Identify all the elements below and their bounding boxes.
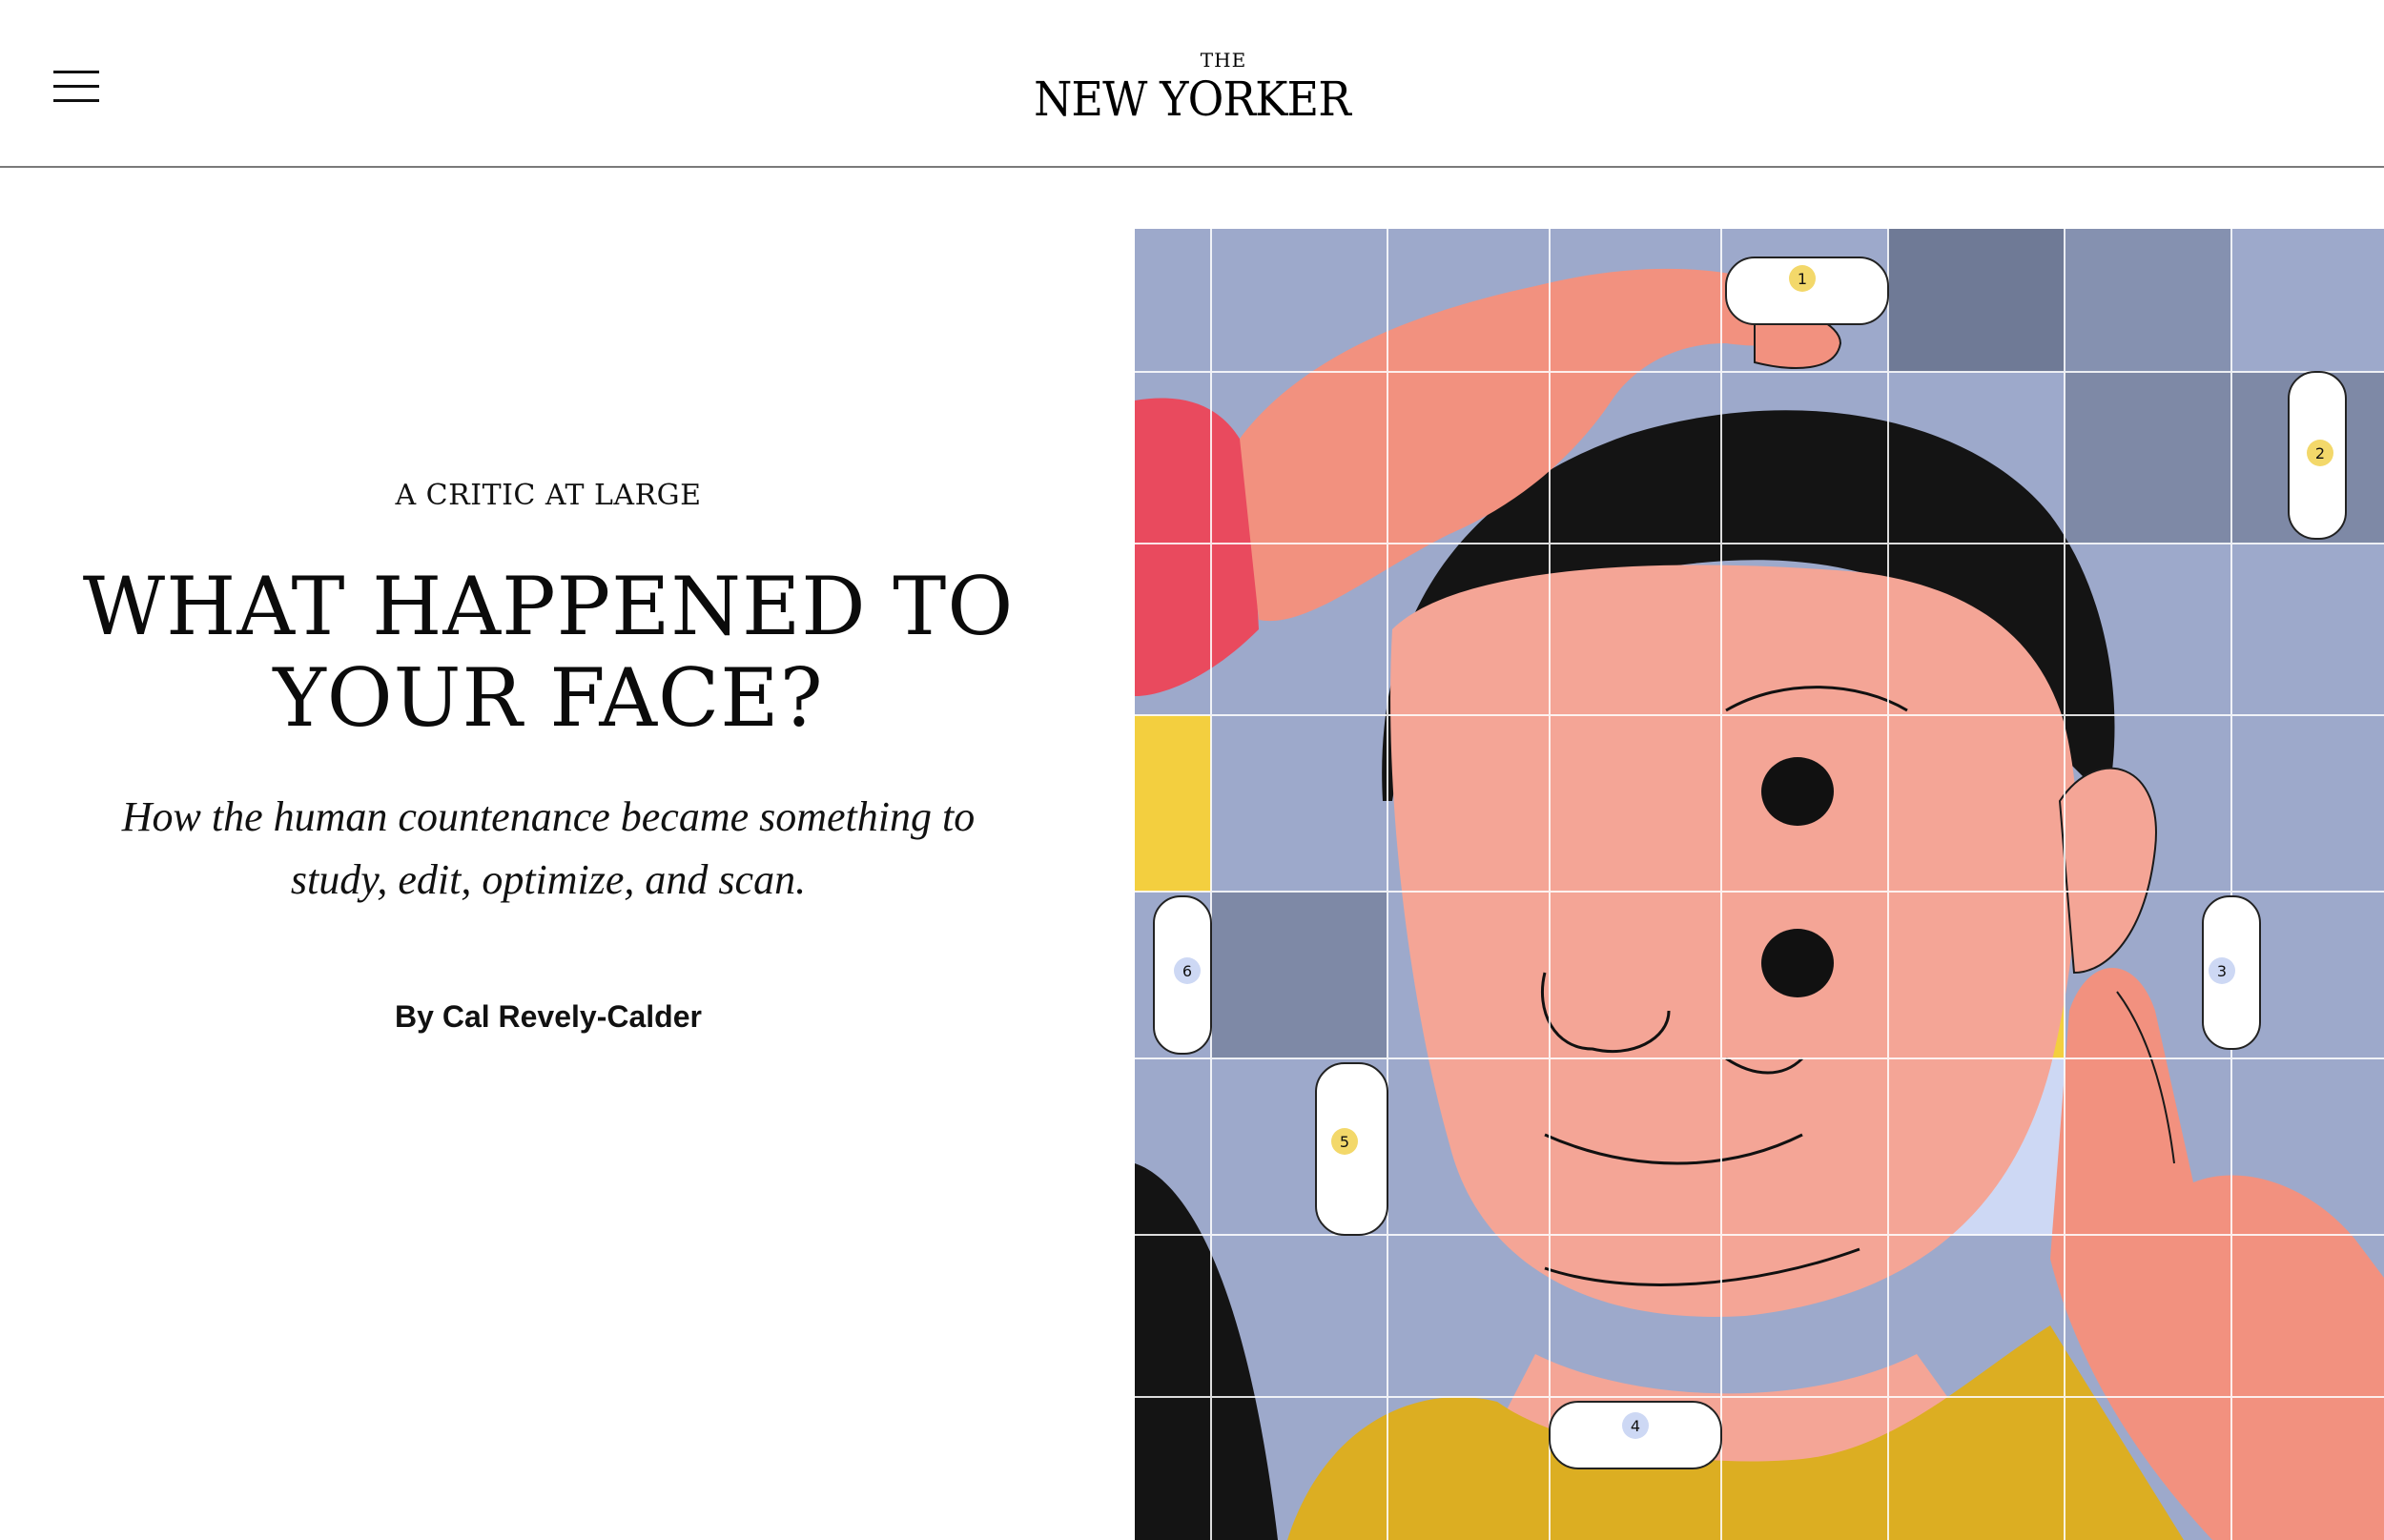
lead-illustration: 1 2 3 4 5 6: [1135, 229, 2384, 1540]
dek: How the human countenance became somethi…: [76, 786, 1020, 912]
headline-line-1: WHAT HAPPENED TO: [82, 560, 1015, 653]
tab-5: 5: [1315, 1062, 1388, 1236]
dek-line-2: study, edit, optimize, and scan.: [290, 856, 807, 903]
tab-label-2: 2: [2315, 444, 2325, 462]
logo-wordmark: NEW YORKER: [1034, 72, 1351, 127]
site-logo[interactable]: THE NEW YORKER: [1011, 50, 1373, 126]
tab-label-3: 3: [2217, 962, 2227, 980]
site-header: THE NEW YORKER: [0, 0, 2384, 168]
tab-4: 4: [1549, 1401, 1722, 1469]
face-shape: [1390, 565, 2079, 1317]
article-page: THE NEW YORKER A CRITIC AT LARGE WHAT HA…: [0, 0, 2384, 1540]
logo-the: THE: [1200, 49, 1247, 72]
headline-line-2: YOUR FACE?: [273, 651, 824, 745]
tab-label-6: 6: [1182, 962, 1192, 980]
rubric-link[interactable]: A CRITIC AT LARGE: [76, 477, 1020, 515]
tab-6: 6: [1153, 895, 1212, 1055]
tab-label-1: 1: [1798, 270, 1807, 288]
yellow-tile: [1135, 715, 1211, 892]
dark-tile: [1888, 229, 2065, 372]
headline: WHAT HAPPENED TO YOUR FACE?: [76, 561, 1020, 744]
dark-tile: [2065, 229, 2231, 372]
dek-line-1: How the human countenance became somethi…: [121, 793, 976, 840]
tab-label-4: 4: [1631, 1417, 1640, 1435]
dark-tile: [1211, 892, 1387, 1058]
tab-2: 2: [2288, 371, 2347, 540]
tab-1: 1: [1725, 257, 1889, 325]
byline-author-link[interactable]: By Cal Revely-Calder: [76, 997, 1020, 1036]
hamburger-menu-icon[interactable]: [53, 71, 99, 113]
article-header: A CRITIC AT LARGE WHAT HAPPENED TO YOUR …: [76, 477, 1020, 1036]
tab-3: 3: [2202, 895, 2261, 1050]
eye-lower: [1761, 929, 1834, 997]
face-puzzle-illustration: 1 2 3 4 5 6: [1135, 229, 2384, 1540]
eye-upper: [1761, 757, 1834, 826]
tab-label-5: 5: [1340, 1133, 1349, 1151]
